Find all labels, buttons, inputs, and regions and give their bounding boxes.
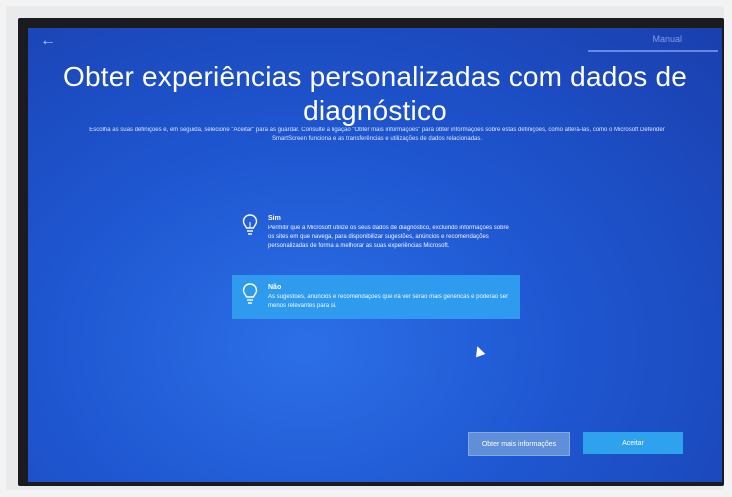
mouse-cursor-icon	[472, 344, 486, 358]
option-no-title: Não	[268, 284, 282, 291]
page-description: Escolha as suas definições e, em seguida…	[89, 127, 665, 142]
lightbulb-icon	[242, 214, 258, 235]
option-yes[interactable]: Sim Permitir que a Microsoft utilize os …	[232, 206, 520, 259]
lightbulb-icon	[242, 283, 258, 304]
page-title: Obter experiências personalizadas com da…	[63, 61, 687, 126]
accept-button[interactable]: Aceitar	[583, 432, 683, 454]
top-bar: ← Manual	[28, 28, 722, 56]
option-yes-text: Permitir que a Microsoft utilize os seus…	[268, 225, 509, 249]
top-right-label: Manual	[652, 34, 682, 44]
oobe-screen: ← Manual Obter experiências personalizad…	[28, 28, 722, 482]
option-yes-title: Sim	[268, 215, 281, 222]
progress-line	[588, 50, 718, 52]
option-no[interactable]: Não As sugestões, anúncios e recomendaçõ…	[232, 275, 520, 319]
back-arrow-icon[interactable]: ←	[40, 32, 56, 50]
more-info-button[interactable]: Obter mais informações	[468, 432, 570, 456]
option-list: Sim Permitir que a Microsoft utilize os …	[232, 206, 520, 319]
option-no-text: As sugestões, anúncios e recomendações q…	[268, 294, 509, 309]
